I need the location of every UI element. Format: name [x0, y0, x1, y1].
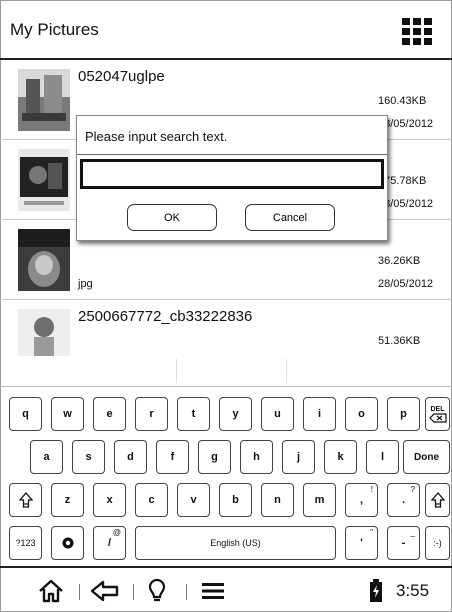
shift-icon — [430, 492, 445, 508]
space-key[interactable]: English (US) — [135, 526, 336, 560]
key-s[interactable]: s — [72, 440, 105, 474]
nav-separator — [186, 584, 187, 600]
light-bulb-icon[interactable] — [144, 578, 170, 604]
file-name: 2500667772_cb33222836 — [78, 308, 253, 325]
search-dialog: Please input search text. OK Cancel — [76, 115, 388, 241]
key-y[interactable]: y — [219, 397, 252, 431]
file-date: 28/05/2012 — [378, 278, 434, 290]
thumbnail-image — [18, 69, 70, 131]
key-period-alt: ? — [410, 485, 415, 494]
shift-icon — [18, 492, 33, 508]
key-comma-label: , — [359, 494, 364, 506]
suggestion-strip — [0, 356, 452, 386]
file-extension: jpg — [78, 278, 93, 290]
nav-separator — [133, 584, 134, 600]
file-size: 36.26KB — [378, 255, 421, 267]
key-w[interactable]: w — [51, 397, 84, 431]
cancel-button[interactable]: Cancel — [245, 204, 335, 231]
key-v[interactable]: v — [177, 483, 210, 517]
key-slash-label: / — [107, 537, 112, 549]
suggestion-divider — [176, 359, 177, 383]
key-slash-alt: @ — [112, 528, 121, 537]
shift-key-right[interactable] — [425, 483, 450, 517]
thumbnail-image — [18, 149, 70, 211]
key-o[interactable]: o — [345, 397, 378, 431]
key-u[interactable]: u — [261, 397, 294, 431]
suggestion-divider — [286, 359, 287, 383]
key-d[interactable]: d — [114, 440, 147, 474]
key-a[interactable]: a — [30, 440, 63, 474]
file-size: 51.36KB — [378, 335, 421, 347]
thumbnail-image — [18, 229, 70, 291]
symbols-key[interactable]: ?123 — [9, 526, 42, 560]
key-l[interactable]: l — [366, 440, 399, 474]
key-period[interactable]: . ? — [387, 483, 420, 517]
done-key[interactable]: Done — [403, 440, 450, 474]
key-m[interactable]: m — [303, 483, 336, 517]
nav-separator — [79, 584, 80, 600]
key-g[interactable]: g — [198, 440, 231, 474]
backspace-icon — [428, 412, 447, 423]
delete-key-label: DEL — [430, 405, 445, 413]
file-size: 160.43KB — [378, 95, 427, 107]
clock-time: 3:55 — [396, 581, 430, 600]
smiley-key[interactable]: :-) — [425, 526, 450, 560]
shift-key-left[interactable] — [9, 483, 42, 517]
settings-gear-icon — [62, 537, 73, 549]
file-name: 052047uglpe — [78, 68, 165, 85]
key-f[interactable]: f — [156, 440, 189, 474]
key-n[interactable]: n — [261, 483, 294, 517]
back-icon[interactable] — [88, 578, 122, 604]
key-dash-label: - — [401, 537, 406, 549]
grid-view-icon[interactable] — [402, 18, 432, 46]
key-q[interactable]: q — [9, 397, 42, 431]
ok-button[interactable]: OK — [127, 204, 217, 231]
battery-charging-icon — [366, 578, 386, 604]
key-e[interactable]: e — [93, 397, 126, 431]
settings-key[interactable] — [51, 526, 84, 560]
file-row-4[interactable]: 2500667772_cb33222836 51.36KB — [0, 300, 452, 356]
key-z[interactable]: z — [51, 483, 84, 517]
key-slash[interactable]: / @ — [93, 526, 126, 560]
key-comma[interactable]: , ! — [345, 483, 378, 517]
key-t[interactable]: t — [177, 397, 210, 431]
key-h[interactable]: h — [240, 440, 273, 474]
key-apostrophe-label: ' — [360, 537, 363, 549]
dialog-prompt: Please input search text. — [85, 129, 228, 144]
menu-icon[interactable] — [199, 578, 227, 604]
key-apostrophe[interactable]: ' " — [345, 526, 378, 560]
thumbnail-image — [18, 309, 70, 356]
key-j[interactable]: j — [282, 440, 315, 474]
search-input[interactable] — [80, 159, 384, 189]
key-dash[interactable]: - _ — [387, 526, 420, 560]
delete-key[interactable]: DEL — [425, 397, 450, 431]
key-dash-alt: _ — [410, 528, 415, 537]
key-comma-alt: ! — [370, 485, 373, 494]
key-b[interactable]: b — [219, 483, 252, 517]
page-title: My Pictures — [10, 20, 99, 39]
on-screen-keyboard: q w e r t y u i o p DEL a s d f g h j k … — [0, 386, 452, 562]
app-header: My Pictures — [0, 0, 452, 60]
key-c[interactable]: c — [135, 483, 168, 517]
home-icon[interactable] — [36, 578, 66, 604]
key-x[interactable]: x — [93, 483, 126, 517]
key-apostrophe-alt: " — [370, 528, 373, 537]
key-p[interactable]: p — [387, 397, 420, 431]
key-r[interactable]: r — [135, 397, 168, 431]
key-k[interactable]: k — [324, 440, 357, 474]
key-i[interactable]: i — [303, 397, 336, 431]
key-period-label: . — [401, 494, 406, 506]
dialog-divider — [77, 154, 387, 155]
bottom-nav-bar: 3:55 — [0, 566, 452, 612]
